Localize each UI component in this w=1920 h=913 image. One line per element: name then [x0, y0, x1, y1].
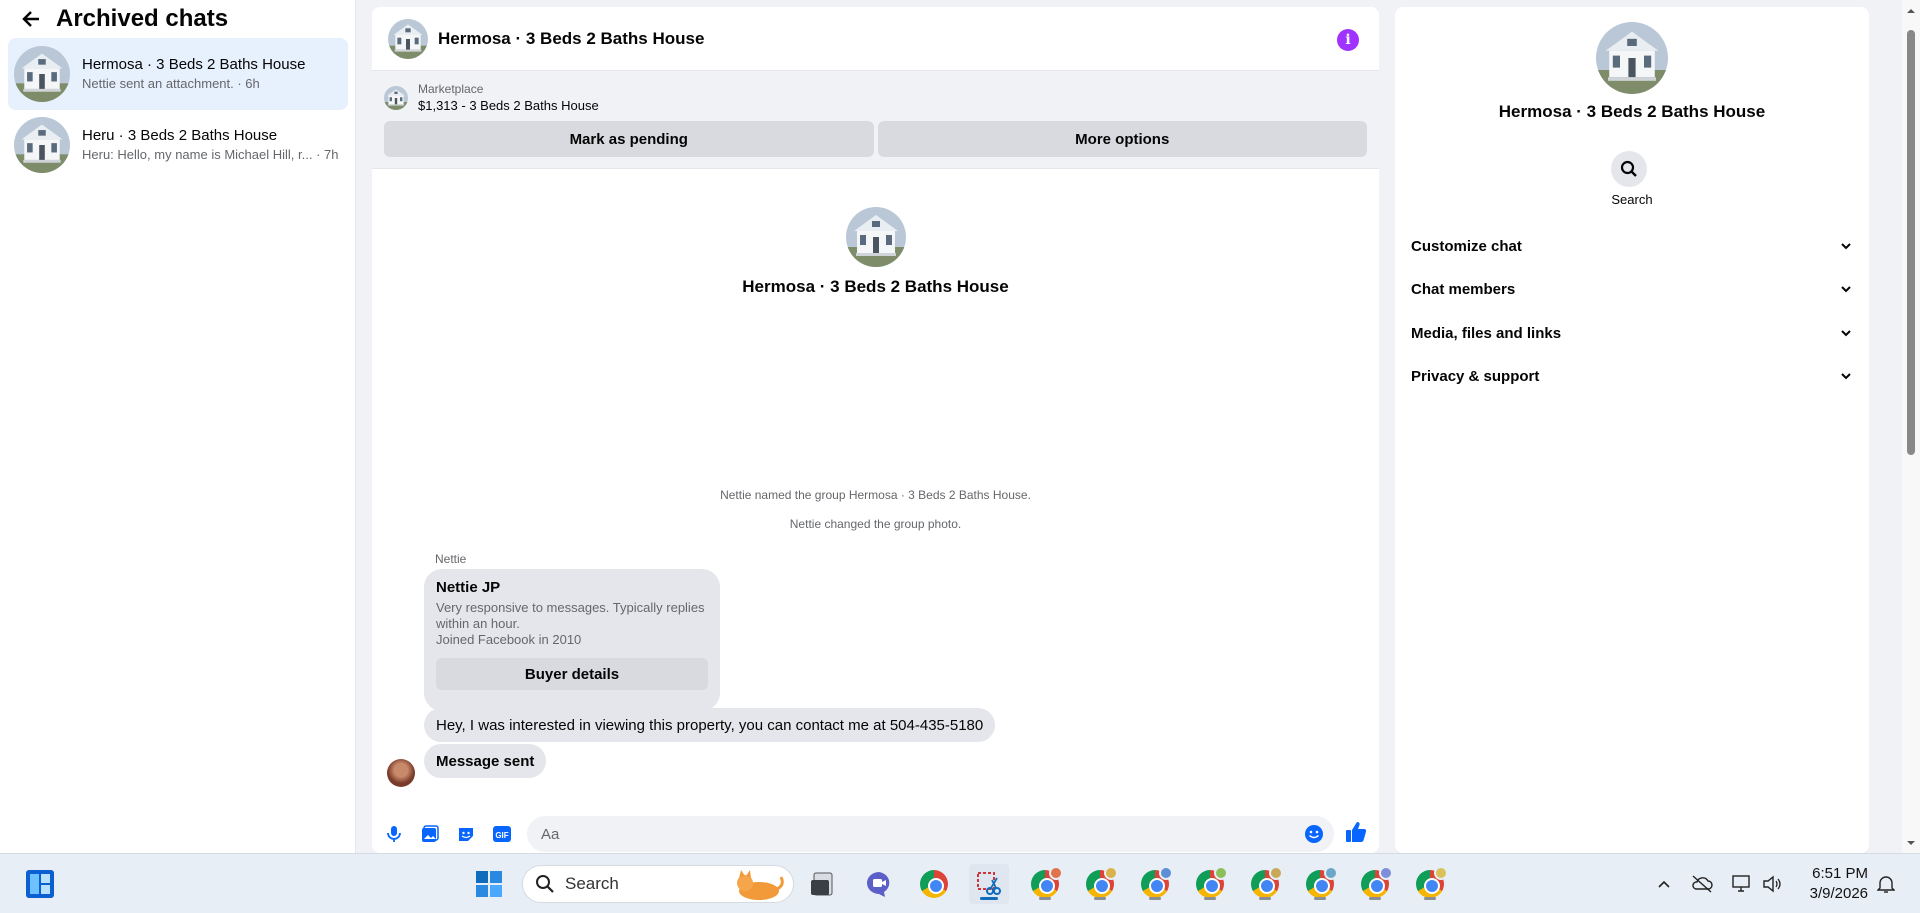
- mark-as-pending-button[interactable]: Mark as pending: [384, 121, 874, 157]
- marketplace-label: Marketplace: [418, 82, 484, 96]
- intro-avatar: [846, 207, 906, 267]
- cat-illustration-icon: [737, 870, 784, 900]
- system-message: Nettie named the group Hermosa · 3 Beds …: [720, 488, 1031, 502]
- snipping-tool-icon[interactable]: [969, 864, 1009, 904]
- clock-time: 6:51 PM: [1812, 865, 1868, 882]
- sidebar-title: Archived chats: [56, 5, 229, 32]
- volume-icon[interactable]: [1760, 872, 1784, 896]
- system-message: Nettie changed the group photo.: [789, 517, 962, 531]
- message-input-placeholder: Aa: [541, 825, 560, 843]
- sticker-icon[interactable]: [448, 816, 484, 852]
- page-scrollbar[interactable]: [1902, 0, 1920, 853]
- scroll-thumb[interactable]: [1907, 30, 1915, 455]
- profile-card-description: Very responsive to messages. Typically r…: [436, 600, 705, 631]
- chrome-profile-icon[interactable]: [1080, 864, 1120, 904]
- thumbs-up-icon[interactable]: [1345, 821, 1367, 848]
- profile-card-joined: Joined Facebook in 2010: [436, 632, 582, 647]
- chrome-profile-icon[interactable]: [1410, 864, 1450, 904]
- message-input[interactable]: Aa: [527, 816, 1334, 852]
- sender-avatar[interactable]: [387, 759, 415, 787]
- conversation-panel: Hermosa · 3 Beds 2 Baths House i Marketp…: [372, 7, 1379, 853]
- notification-bell-icon[interactable]: [1874, 872, 1898, 896]
- start-icon[interactable]: [469, 864, 509, 904]
- video-call-icon[interactable]: [859, 864, 899, 904]
- taskbar: Search 6:51 PM 3/9/2026: [0, 853, 1920, 913]
- intro-title: Hermosa · 3 Beds 2 Baths House: [742, 277, 1009, 296]
- widgets-icon[interactable]: [20, 864, 60, 904]
- chat-name: Hermosa · 3 Beds 2 Baths House: [82, 56, 306, 73]
- chat-item-heru[interactable]: Heru · 3 Beds 2 Baths House Heru: Hello,…: [8, 109, 348, 181]
- listing-price[interactable]: $1,313 - 3 Beds 2 Baths House: [418, 97, 599, 115]
- details-panel: Hermosa · 3 Beds 2 Baths House Search Cu…: [1395, 7, 1869, 853]
- info-icon[interactable]: i: [1337, 29, 1359, 51]
- taskbar-search-placeholder: Search: [565, 874, 619, 893]
- sidebar-header: Archived chats: [0, 0, 355, 38]
- chat-preview: Heru: Hello, my name is Michael Hill, r.…: [82, 147, 339, 162]
- conversation-intro: Hermosa · 3 Beds 2 Baths House: [372, 207, 1379, 297]
- section-label: Chat members: [1411, 280, 1516, 298]
- search-label: Search: [1611, 192, 1653, 207]
- message-status-bubble[interactable]: Message sent: [424, 744, 547, 778]
- photo-icon[interactable]: [412, 816, 448, 852]
- chevron-down-icon: [1841, 373, 1851, 380]
- taskbar-search[interactable]: Search: [522, 865, 794, 903]
- chat-avatar: [14, 46, 70, 102]
- scroll-down-icon[interactable]: [1906, 838, 1916, 848]
- network-icon[interactable]: [1730, 872, 1754, 896]
- chat-name: Heru · 3 Beds 2 Baths House: [82, 127, 278, 144]
- chat-item-hermosa[interactable]: Hermosa · 3 Beds 2 Baths House Nettie se…: [8, 38, 348, 110]
- file-explorer-icon[interactable]: [803, 864, 843, 904]
- chrome-profile-icon[interactable]: [1025, 864, 1065, 904]
- emoji-icon[interactable]: [1304, 824, 1324, 848]
- chevron-up-icon[interactable]: [1652, 872, 1676, 896]
- chevron-down-icon: [1841, 243, 1851, 250]
- message-bubble[interactable]: Hey, I was interested in viewing this pr…: [424, 708, 996, 742]
- profile-card: Nettie JP Very responsive to messages. T…: [424, 569, 720, 711]
- chrome-profile-icon[interactable]: [1135, 864, 1175, 904]
- marketplace-banner: Marketplace $1,313 - 3 Beds 2 Baths Hous…: [372, 71, 1379, 169]
- details-avatar: [1596, 22, 1668, 94]
- chrome-profile-icon[interactable]: [1190, 864, 1230, 904]
- scroll-up-icon[interactable]: [1906, 6, 1916, 16]
- chrome-profile-icon[interactable]: [1355, 864, 1395, 904]
- composer: GIF Aa: [372, 815, 1379, 853]
- search-icon[interactable]: [1611, 151, 1647, 187]
- chrome-icon[interactable]: [914, 864, 954, 904]
- microphone-icon[interactable]: [376, 816, 412, 852]
- details-title: Hermosa · 3 Beds 2 Baths House: [1498, 102, 1766, 121]
- chrome-profile-icon[interactable]: [1300, 864, 1340, 904]
- section-privacy-support[interactable]: Privacy & support: [1411, 356, 1853, 396]
- search-icon: [536, 875, 554, 893]
- section-label: Customize chat: [1411, 237, 1522, 255]
- more-options-button[interactable]: More options: [877, 121, 1367, 157]
- chrome-profile-icon[interactable]: [1245, 864, 1285, 904]
- back-arrow-icon[interactable]: [20, 8, 42, 30]
- listing-thumbnail: [384, 86, 408, 110]
- chat-preview: Nettie sent an attachment. · 6h: [82, 76, 260, 91]
- section-customize-chat[interactable]: Customize chat: [1411, 226, 1853, 266]
- section-label: Privacy & support: [1411, 367, 1540, 385]
- clock-date: 3/9/2026: [1809, 885, 1868, 902]
- chevron-down-icon: [1841, 286, 1851, 293]
- section-media-files-links[interactable]: Media, files and links: [1411, 313, 1853, 353]
- active-indicator: [980, 897, 998, 900]
- profile-card-name: Nettie JP: [436, 579, 501, 596]
- chevron-down-icon: [1841, 330, 1851, 337]
- cloud-offline-icon[interactable]: [1690, 872, 1714, 896]
- conversation-header: Hermosa · 3 Beds 2 Baths House i: [372, 7, 1379, 71]
- conversation-title[interactable]: Hermosa · 3 Beds 2 Baths House: [438, 29, 704, 49]
- section-label: Media, files and links: [1411, 324, 1562, 342]
- gif-icon[interactable]: GIF: [484, 816, 520, 852]
- section-chat-members[interactable]: Chat members: [1411, 269, 1853, 309]
- sender-name: Nettie: [435, 552, 467, 566]
- conversation-avatar[interactable]: [388, 19, 428, 59]
- buyer-details-button[interactable]: Buyer details: [436, 658, 708, 690]
- svg-text:GIF: GIF: [495, 831, 508, 840]
- system-clock[interactable]: 6:51 PM 3/9/2026: [1810, 864, 1868, 904]
- archived-chats-sidebar: Archived chats Hermosa · 3 Beds 2 Baths …: [0, 0, 356, 853]
- chat-avatar: [14, 117, 70, 173]
